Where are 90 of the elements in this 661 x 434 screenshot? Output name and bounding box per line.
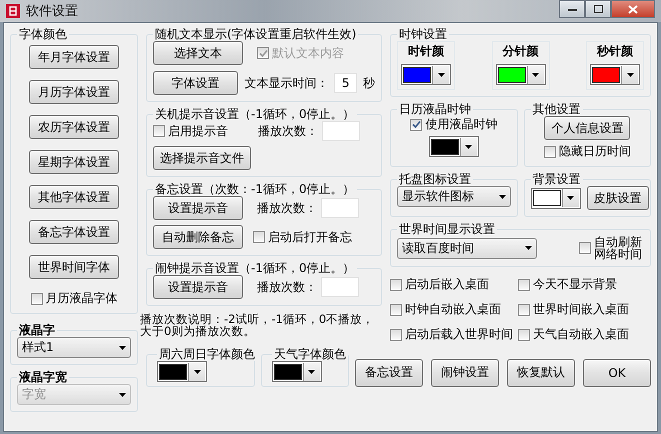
input-field[interactable]: 5 xyxy=(334,73,357,93)
button[interactable]: 其他字体设置 xyxy=(29,185,119,209)
checkbox[interactable]: 自动刷新网络时间 xyxy=(579,236,644,260)
color-picker[interactable] xyxy=(590,64,640,85)
group-title: 字体颜色 xyxy=(18,27,68,41)
field-label: 播放次数： xyxy=(258,122,318,140)
caret-icon xyxy=(626,72,634,76)
button[interactable]: 月历字体设置 xyxy=(29,80,119,104)
group-title: 液晶字 xyxy=(18,323,56,337)
caret-icon xyxy=(498,194,506,198)
group-title: 备忘设置（次数：-1循环，0停止。） xyxy=(154,182,356,196)
group-title: 随机文本显示(字体设置重启软件生效) xyxy=(154,27,358,41)
color-picker[interactable] xyxy=(530,188,580,208)
input-field[interactable] xyxy=(321,198,359,218)
color-picker[interactable] xyxy=(428,136,479,157)
help-text: 播放次数说明：-2试听，-1循环，0不播放，大于0则为播放次数。 xyxy=(140,313,376,337)
unit-label: 秒 xyxy=(363,74,375,92)
group-title: 托盘图标设置 xyxy=(398,172,472,186)
field-label: 播放次数： xyxy=(257,278,317,296)
minimize-button[interactable] xyxy=(559,0,585,18)
checkbox[interactable]: 使用液晶时钟 xyxy=(410,116,498,133)
group-title: 日历液晶时钟 xyxy=(398,102,472,116)
field-label: 文本显示时间： xyxy=(244,74,328,92)
checkbox[interactable]: 启用提示音 xyxy=(153,122,228,140)
checkbox[interactable]: 天气自动嵌入桌面 xyxy=(518,326,651,343)
checkbox[interactable]: 时钟自动嵌入桌面 xyxy=(390,301,518,318)
check-icon xyxy=(258,48,268,58)
caret-icon xyxy=(532,72,539,76)
caret-icon xyxy=(308,370,316,374)
window-title: 软件设置 xyxy=(26,3,79,20)
button[interactable]: 闹钟设置 xyxy=(431,358,499,386)
checkbox[interactable]: 今天不显示背景 xyxy=(518,276,651,293)
minimize-icon xyxy=(568,8,576,10)
button[interactable]: 自动删除备忘 xyxy=(153,225,243,249)
checkbox[interactable]: 启动后嵌入桌面 xyxy=(390,276,518,293)
color-picker[interactable] xyxy=(496,64,546,85)
group-title: 关机提示音设置（-1循环，0停止。） xyxy=(154,107,356,121)
dropdown[interactable]: 样式1 xyxy=(17,337,131,358)
button[interactable]: 备忘设置 xyxy=(355,358,423,386)
button[interactable]: 备忘字体设置 xyxy=(29,220,119,244)
group-title: 液晶字宽 xyxy=(18,370,68,384)
button[interactable]: 星期字体设置 xyxy=(29,150,119,174)
close-icon xyxy=(628,4,638,14)
dropdown[interactable]: 显示软件图标 xyxy=(397,186,510,207)
caret-icon xyxy=(567,196,574,200)
caret-icon xyxy=(525,246,532,250)
group-title: 世界时间显示设置 xyxy=(398,222,496,236)
hand-label: 时针颜 xyxy=(408,43,444,60)
color-picker[interactable] xyxy=(401,64,451,85)
field-label: 播放次数： xyxy=(257,200,317,216)
maximize-icon xyxy=(594,5,602,13)
button[interactable]: 世界时间字体 xyxy=(29,255,119,279)
checkbox[interactable]: 启动后载入世界时间 xyxy=(390,326,518,343)
button[interactable]: 字体设置 xyxy=(153,71,238,95)
caret-icon xyxy=(438,72,444,76)
button[interactable]: 选择提示音文件 xyxy=(153,146,251,170)
dropdown[interactable]: 读取百度时间 xyxy=(397,238,537,258)
checkbox[interactable]: 世界时间嵌入桌面 xyxy=(518,301,651,318)
button[interactable]: 个人信息设置 xyxy=(544,116,630,140)
caret-icon xyxy=(119,346,126,350)
button[interactable]: 设置提示音 xyxy=(153,196,243,220)
color-picker[interactable] xyxy=(157,361,207,382)
hand-label: 秒针颜 xyxy=(597,43,633,60)
hand-label: 分针颜 xyxy=(502,43,538,60)
button[interactable]: 农历字体设置 xyxy=(29,115,119,139)
checkbox[interactable]: 隐藏日历时间 xyxy=(544,143,631,160)
caret-icon xyxy=(465,144,472,148)
caret-icon xyxy=(119,392,126,396)
input-field[interactable] xyxy=(322,121,360,141)
app-icon xyxy=(6,4,20,18)
button[interactable]: 设置提示音 xyxy=(153,275,243,299)
checkbox[interactable]: 启动后打开备忘 xyxy=(253,228,352,246)
input-field[interactable] xyxy=(321,277,359,297)
caret-icon xyxy=(194,370,200,374)
button[interactable]: 选择文本 xyxy=(153,41,243,65)
check-icon xyxy=(412,120,421,129)
group-title: 天气字体颜色 xyxy=(272,347,347,361)
group-title: 闹钟提示音设置（-1循环，0停止。） xyxy=(154,261,356,275)
group-title: 周六周日字体颜色 xyxy=(158,347,256,361)
close-button[interactable] xyxy=(611,0,655,18)
group-title: 背景设置 xyxy=(532,172,582,186)
group-title: 时钟设置 xyxy=(398,27,448,41)
button[interactable]: OK xyxy=(583,358,651,386)
group-title: 其他设置 xyxy=(532,102,582,116)
button[interactable]: 皮肤设置 xyxy=(586,186,648,210)
checkbox[interactable]: 月历液晶字体 xyxy=(30,290,118,307)
button[interactable]: 恢复默认 xyxy=(507,358,575,386)
maximize-button[interactable] xyxy=(585,0,611,18)
color-picker[interactable] xyxy=(272,361,322,382)
button[interactable]: 年月字体设置 xyxy=(29,45,119,69)
